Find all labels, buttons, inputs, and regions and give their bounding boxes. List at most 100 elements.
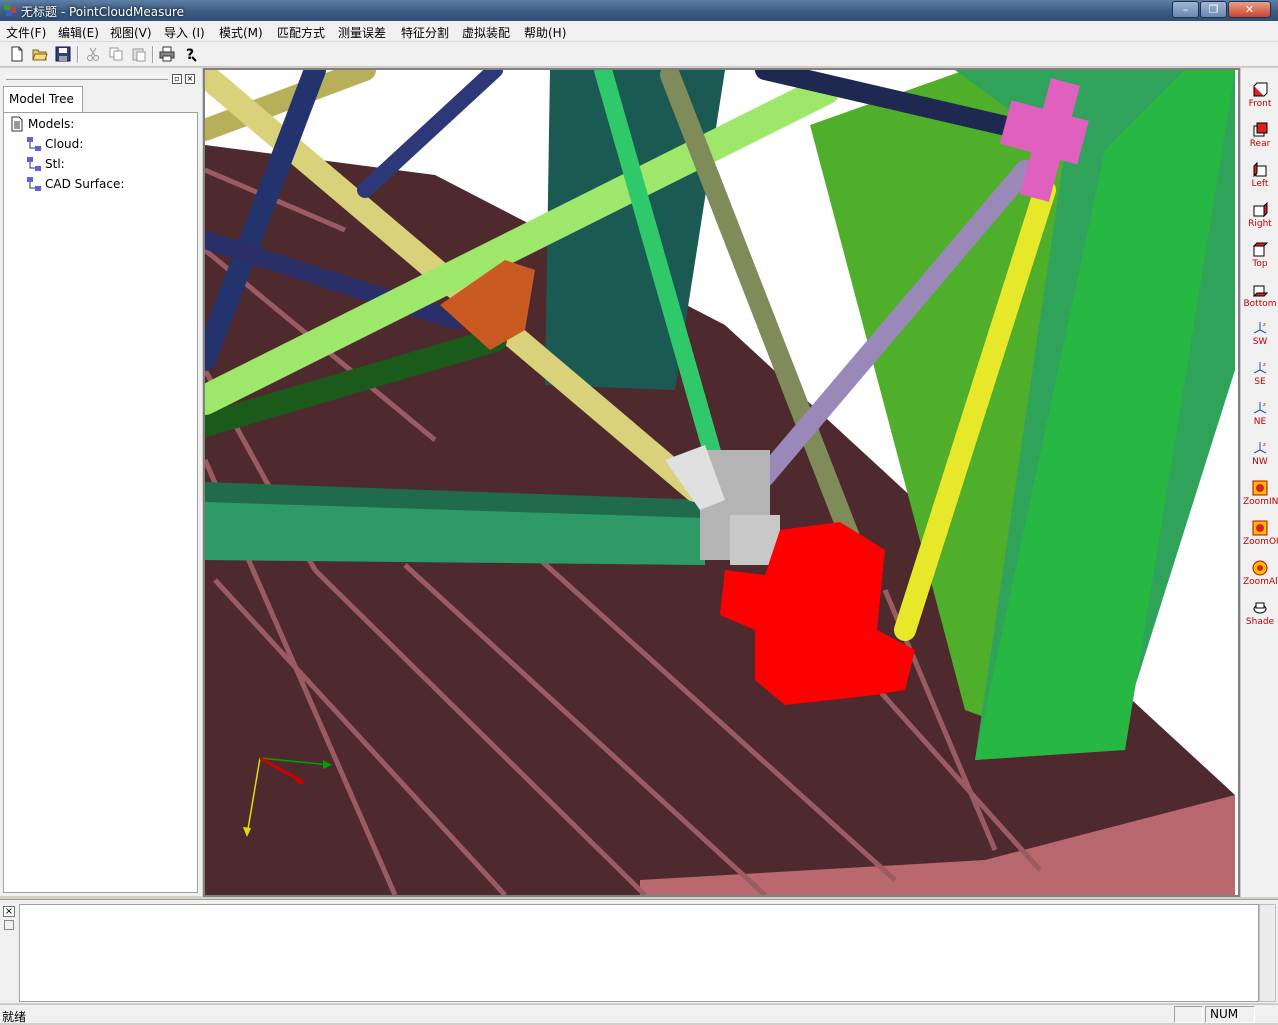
save-icon[interactable]	[54, 45, 72, 63]
view-label: ZoomIN	[1243, 497, 1278, 507]
view-ne-button[interactable]: z NE	[1243, 398, 1277, 434]
toolbar-separator	[152, 46, 154, 63]
output-pane: ×	[0, 899, 1278, 1003]
tree-node-models[interactable]: Models:	[9, 116, 74, 132]
pane-grip[interactable]	[6, 76, 168, 80]
status-text: 就绪	[2, 1010, 27, 1024]
view-nw-button[interactable]: z NW	[1243, 438, 1277, 474]
tree-node-label: Cloud:	[45, 137, 84, 151]
output-scrollbar[interactable]	[1259, 904, 1276, 1002]
help-icon[interactable]: ?	[181, 45, 199, 63]
view-label: Left	[1251, 179, 1269, 189]
status-panel	[1174, 1006, 1203, 1023]
menu-mode[interactable]: 模式(M)	[219, 24, 263, 41]
main-toolbar: ?	[0, 42, 1278, 67]
copy-icon[interactable]	[107, 45, 125, 63]
menu-view[interactable]: 视图(V)	[110, 24, 152, 41]
zoom-all-button[interactable]: ZoomAll	[1243, 558, 1278, 594]
view-right-icon	[1253, 202, 1268, 218]
view-se-button[interactable]: z SE	[1243, 358, 1277, 394]
zoom-all-icon	[1252, 560, 1268, 576]
zoom-in-button[interactable]: ZoomIN	[1243, 478, 1278, 514]
menu-file[interactable]: 文件(F)	[6, 24, 46, 41]
tree-node-cad-surface[interactable]: CAD Surface:	[26, 176, 124, 192]
svg-text:z: z	[1263, 442, 1266, 448]
output-grip[interactable]	[4, 920, 14, 930]
view-rear-icon	[1253, 122, 1268, 137]
status-bar: 就绪 NUM	[0, 1004, 1278, 1024]
shade-icon	[1253, 602, 1267, 614]
svg-text:z: z	[1263, 362, 1266, 368]
menu-virtual-assembly[interactable]: 虚拟装配	[462, 24, 510, 41]
view-label: ZoomOUT	[1243, 537, 1278, 547]
close-button[interactable]: ✕	[1228, 1, 1271, 18]
pane-close-button[interactable]: ×	[185, 74, 195, 84]
3d-viewport[interactable]	[203, 68, 1240, 897]
view-bottom-button[interactable]: Bottom	[1243, 280, 1277, 316]
open-folder-icon[interactable]	[31, 45, 49, 63]
view-label: NW	[1252, 457, 1268, 467]
tree-node-cloud[interactable]: Cloud:	[26, 136, 83, 152]
tree-node-label: Models:	[28, 117, 75, 131]
zoom-out-icon	[1252, 520, 1268, 536]
menu-help[interactable]: 帮助(H)	[524, 24, 566, 41]
zoom-out-button[interactable]: ZoomOUT	[1243, 518, 1278, 554]
view-label: ZoomAll	[1243, 577, 1278, 587]
cut-icon[interactable]	[84, 45, 102, 63]
hierarchy-icon	[27, 137, 41, 151]
menu-import[interactable]: 导入 (I)	[164, 24, 205, 41]
svg-text:z: z	[1263, 322, 1266, 328]
view-left-button[interactable]: Left	[1243, 160, 1277, 196]
minimize-button[interactable]: –	[1172, 1, 1199, 18]
output-text-area[interactable]	[19, 904, 1259, 1002]
menu-feature-segmentation[interactable]: 特征分割	[401, 24, 449, 41]
tree-node-stl[interactable]: Stl:	[26, 156, 65, 172]
new-file-icon[interactable]	[8, 45, 26, 63]
tab-model-tree[interactable]: Model Tree	[3, 86, 83, 113]
num-lock-indicator: NUM	[1205, 1006, 1255, 1023]
pane-pin-button[interactable]: ▫	[172, 74, 182, 84]
print-icon[interactable]	[158, 45, 176, 63]
menu-matching[interactable]: 匹配方式	[277, 24, 325, 41]
view-label: Top	[1252, 259, 1268, 269]
view-label: NE	[1253, 417, 1267, 427]
tree-node-label: CAD Surface:	[45, 177, 125, 191]
view-label: Rear	[1249, 139, 1271, 149]
view-sw-button[interactable]: z SW	[1243, 318, 1277, 354]
model-tree-pane: ▫ × Model Tree Models: Cloud: Stl: CAD S…	[0, 68, 202, 896]
view-nw-axes-icon: z	[1253, 442, 1267, 454]
view-sw-axes-icon: z	[1253, 322, 1267, 334]
paste-icon[interactable]	[130, 45, 148, 63]
view-top-button[interactable]: Top	[1243, 240, 1277, 276]
title-bar: 无标题 - PointCloudMeasure – ❐ ✕	[0, 0, 1278, 21]
view-left-icon	[1253, 162, 1267, 178]
view-right-button[interactable]: Right	[1243, 200, 1277, 236]
view-front-icon	[1253, 82, 1268, 97]
zoom-in-icon	[1252, 480, 1268, 496]
view-label: Front	[1248, 99, 1272, 109]
view-rear-button[interactable]: Rear	[1243, 120, 1277, 156]
window-title: 无标题 - PointCloudMeasure	[21, 5, 185, 19]
view-se-axes-icon: z	[1253, 362, 1267, 374]
shade-button[interactable]: Shade	[1243, 598, 1277, 634]
model-tree: Models: Cloud: Stl: CAD Surface:	[3, 112, 198, 893]
view-label: Shade	[1245, 617, 1275, 627]
svg-text:?: ?	[186, 47, 194, 63]
view-front-button[interactable]: Front	[1243, 80, 1277, 116]
view-bottom-icon	[1252, 285, 1268, 297]
3d-scene[interactable]	[205, 70, 1238, 895]
output-close-button[interactable]: ×	[3, 906, 15, 917]
tree-node-label: Stl:	[45, 157, 65, 171]
maximize-button[interactable]: ❐	[1200, 1, 1227, 18]
menu-edit[interactable]: 编辑(E)	[58, 24, 99, 41]
view-label: SE	[1254, 377, 1266, 387]
menu-bar: 文件(F) 编辑(E) 视图(V) 导入 (I) 模式(M) 匹配方式 测量误差…	[0, 21, 1278, 42]
view-label: Bottom	[1243, 299, 1277, 309]
svg-text:z: z	[1263, 402, 1266, 408]
app-icon	[4, 4, 16, 16]
toolbar-separator	[77, 46, 79, 63]
view-toolbar: Front Rear Left Right Top Bottom z SW z …	[1240, 68, 1278, 897]
view-top-icon	[1252, 242, 1268, 257]
view-label: Right	[1248, 219, 1272, 229]
menu-measure-error[interactable]: 测量误差	[338, 24, 386, 41]
